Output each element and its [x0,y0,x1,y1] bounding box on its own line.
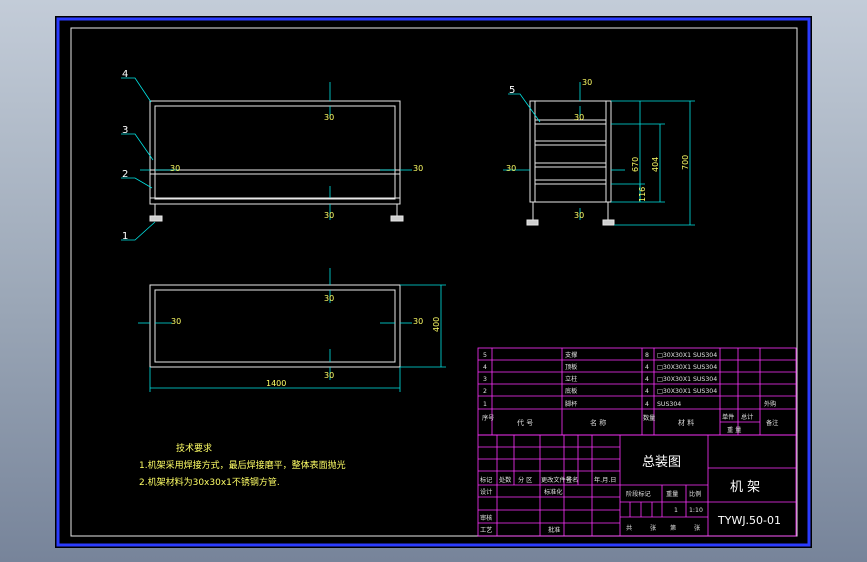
requirements-line-2: 2.机架材料为30x30x1不锈钢方管. [139,476,280,488]
sheet-no-suffix: 张 [694,524,701,532]
rev-header-date: 年.月.日 [594,476,617,484]
label-design: 设计 [480,488,492,496]
balloon-2: 2 [122,169,128,180]
bom-header-qty: 数量 [643,414,655,422]
side-dim-700: 700 [681,155,690,170]
bom-row-no: 1 [483,401,487,408]
side-dim-116: 116 [638,187,647,202]
requirements-line-1: 1.机架采用焊接方式，最后焊接磨平，整体表面抛光 [139,459,346,471]
top-dim-400: 400 [432,317,441,332]
bom-row-no: 3 [483,376,487,383]
top-dim-left: 30 [171,317,181,326]
bom-row-qty: 8 [645,352,649,359]
cad-drawing-canvas[interactable]: 4 3 2 1 30 30 30 30 30 [0,0,867,562]
balloon-4: 4 [122,69,128,80]
rev-header-sign: 签名 [566,476,578,484]
bom-row-qty: 4 [645,376,649,383]
requirements-title: 技术要求 [176,442,212,454]
label-process: 工艺 [480,526,492,534]
bom-row-name: 立柱 [565,375,577,383]
side-foot-cup-right [602,219,615,226]
balloon-5: 5 [509,85,515,96]
bom-row-remark: 外购 [764,400,776,408]
foot-cup-right [390,215,404,222]
bom-header-single: 单件 [722,413,734,421]
sheet-no-prefix: 第 [670,524,676,532]
bom-row-qty: 4 [645,364,649,371]
rev-header-count: 处数 [499,476,512,484]
side-foot-cup-left [526,219,539,226]
bom-header-no: 序号 [482,414,494,422]
side-dim-670: 670 [631,157,640,172]
top-dim-top: 30 [324,294,334,303]
bom-row-no: 2 [483,388,487,395]
side-dim-left: 30 [506,164,516,173]
front-dim-bottom: 30 [324,211,334,220]
foot-cup-left [149,215,163,222]
bom-header-remark: 备注 [766,419,778,427]
rev-header-mark: 标记 [480,476,492,484]
top-dim-right: 30 [413,317,423,326]
sheets-total-suffix: 张 [650,524,657,532]
scale-value: 1:10 [689,507,703,514]
part-name: 机 架 [730,480,760,495]
bom-row-name: 底板 [565,387,577,395]
side-dim-top: 30 [582,78,592,87]
mark-count: 1 [674,507,678,514]
bom-row-material: □30X30X1 SUS304 [657,364,717,371]
bom-row-material: □30X30X1 SUS304 [657,376,717,383]
bom-row-material: SUS304 [657,401,681,408]
label-review: 审核 [480,514,492,522]
bom-row-name: 脚杯 [565,400,578,408]
drawing-title: 总装图 [642,455,681,470]
bom-row-no: 5 [483,352,487,359]
rev-header-zone: 分 区 [518,476,532,484]
front-dim-left: 30 [170,164,180,173]
bom-header-name: 名 称 [590,418,606,427]
side-dim-404: 404 [651,157,660,172]
front-dim-top: 30 [324,113,334,122]
label-weight: 重量 [666,490,678,498]
bom-header-weight: 重 量 [727,426,741,434]
bom-row-qty: 4 [645,401,649,408]
label-scale: 比例 [689,490,701,498]
balloon-1: 1 [122,231,128,242]
side-dim-top-inner: 30 [574,113,584,122]
bom-row-material: □30X30X1 SUS304 [657,388,717,395]
side-dim-bottom: 30 [574,211,584,220]
bom-header-material: 材 料 [678,418,694,427]
bom-header-code: 代 号 [517,418,533,427]
label-stage: 阶段标记 [626,490,651,498]
bom-row-material: □30X30X1 SUS304 [657,352,717,359]
top-dim-1400: 1400 [266,379,286,388]
sheets-total-prefix: 共 [626,524,632,532]
bom-row-qty: 4 [645,388,649,395]
bom-row-name: 顶板 [565,363,577,371]
bom-header-total: 总计 [741,413,753,421]
label-standardize: 标准化 [544,488,563,496]
bom-row-no: 4 [483,364,487,371]
balloon-3: 3 [122,125,128,136]
label-approve: 批准 [548,526,560,534]
top-dim-bottom: 30 [324,371,334,380]
drawing-number: TYWJ.50-01 [717,514,781,527]
bom-row-name: 支撑 [565,351,577,359]
front-dim-right: 30 [413,164,423,173]
